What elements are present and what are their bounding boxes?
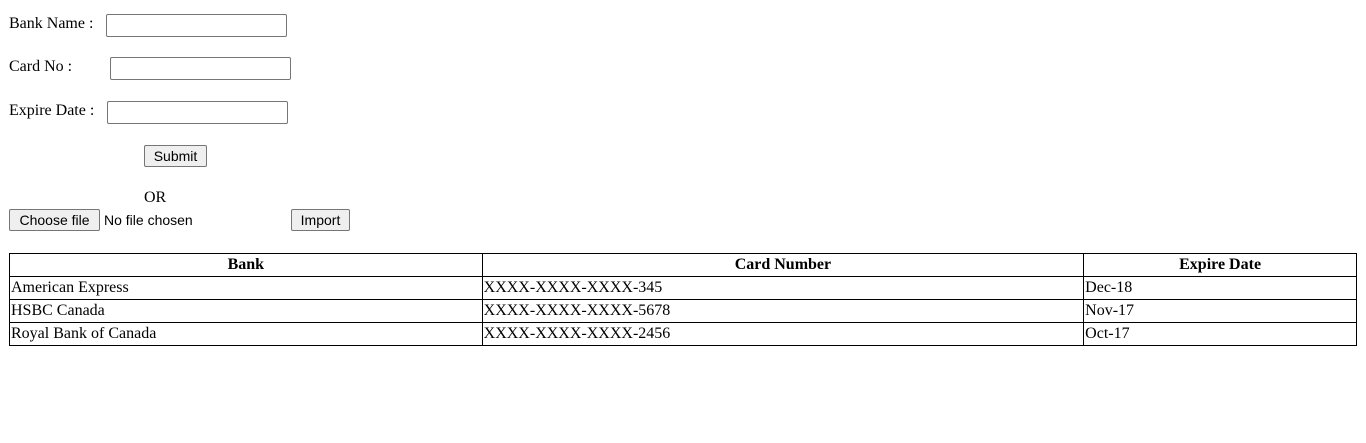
- choose-file-button[interactable]: Choose file: [9, 209, 100, 231]
- table-header-row: Bank Card Number Expire Date: [9, 253, 1357, 277]
- card-no-label: Card No :: [9, 58, 73, 75]
- column-header-bank: Bank: [9, 253, 483, 277]
- table-row: Royal Bank of Canada XXXX-XXXX-XXXX-2456…: [9, 322, 1357, 346]
- cell-expire-date: Nov-17: [1083, 299, 1357, 323]
- card-no-input[interactable]: [110, 57, 291, 80]
- cards-table: Bank Card Number Expire Date American Ex…: [9, 253, 1357, 346]
- submit-button[interactable]: Submit: [144, 145, 207, 167]
- table-row: HSBC Canada XXXX-XXXX-XXXX-5678 Nov-17: [9, 299, 1357, 323]
- cell-bank: Royal Bank of Canada: [9, 322, 483, 346]
- cell-expire-date: Dec-18: [1083, 276, 1357, 300]
- column-header-expire-date: Expire Date: [1083, 253, 1357, 277]
- import-button[interactable]: Import: [291, 209, 350, 231]
- table-row: American Express XXXX-XXXX-XXXX-345 Dec-…: [9, 276, 1357, 300]
- cell-card-number: XXXX-XXXX-XXXX-5678: [481, 299, 1085, 323]
- expire-date-label: Expire Date :: [9, 102, 95, 119]
- cell-bank: American Express: [9, 276, 483, 300]
- column-header-card-number: Card Number: [481, 253, 1085, 277]
- cell-card-number: XXXX-XXXX-XXXX-345: [481, 276, 1085, 300]
- cell-expire-date: Oct-17: [1083, 322, 1357, 346]
- cell-card-number: XXXX-XXXX-XXXX-2456: [481, 322, 1085, 346]
- or-separator: OR: [144, 189, 167, 206]
- bank-name-label: Bank Name :: [9, 15, 94, 32]
- expire-date-input[interactable]: [107, 101, 288, 124]
- bank-name-input[interactable]: [106, 14, 287, 37]
- cell-bank: HSBC Canada: [9, 299, 483, 323]
- file-status-text: No file chosen: [104, 212, 193, 228]
